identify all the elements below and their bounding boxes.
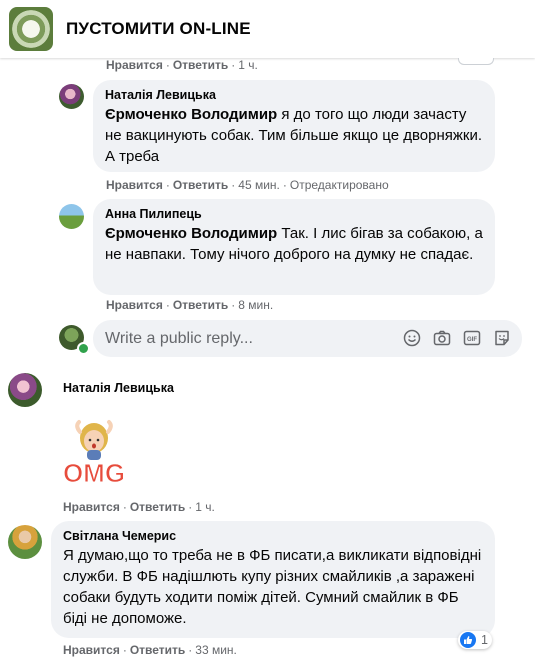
reaction-count: 1 xyxy=(481,633,488,647)
mention-link[interactable]: Єрмоченко Володимир xyxy=(105,225,277,242)
omg-sticker-icon: OMG xyxy=(62,420,126,489)
reply-link[interactable]: Ответить xyxy=(130,500,185,514)
timestamp[interactable]: 33 мин. xyxy=(195,643,237,657)
edited-label[interactable]: Отредактировано xyxy=(290,178,389,192)
timestamp[interactable]: 45 мин. xyxy=(238,178,280,192)
reply-placeholder: Write a public reply... xyxy=(105,330,253,347)
like-link[interactable]: Нравится xyxy=(106,178,163,192)
like-link[interactable]: Нравится xyxy=(106,58,163,72)
avatar[interactable] xyxy=(59,84,84,109)
reply-link[interactable]: Ответить xyxy=(173,178,228,192)
online-status-dot xyxy=(77,342,90,355)
comment-bubble: Наталія Левицька Єрмоченко Володимир я д… xyxy=(93,80,495,172)
reply-input[interactable]: Write a public reply... GIF xyxy=(93,320,522,357)
avatar[interactable] xyxy=(59,204,84,229)
group-header: ПУСТОМИТИ ON-LINE xyxy=(0,0,535,58)
like-reaction-icon xyxy=(460,632,476,648)
timestamp[interactable]: 1 ч. xyxy=(195,500,215,514)
comment-author[interactable]: Наталія Левицька xyxy=(105,88,483,102)
avatar[interactable] xyxy=(8,373,42,407)
comment-actions: Нравится · Ответить · 1 ч. xyxy=(63,500,215,514)
comment-text: Єрмоченко Володимир я до того що люди за… xyxy=(105,104,483,167)
comment-actions: Нравится · Ответить · 33 мин. xyxy=(63,643,237,657)
sticker-icon[interactable] xyxy=(493,329,511,347)
reaction-count-badge[interactable]: 1 xyxy=(458,631,492,649)
reply-link[interactable]: Ответить xyxy=(130,643,185,657)
reply-link[interactable]: Ответить xyxy=(173,298,228,312)
timestamp[interactable]: 8 мин. xyxy=(238,298,273,312)
gif-label: GIF xyxy=(467,337,477,343)
comment-author[interactable]: Світлана Чемерис xyxy=(63,529,483,543)
timestamp[interactable]: 1 ч. xyxy=(238,58,258,72)
comment-text: Я думаю,що то треба не в ФБ писати,а вик… xyxy=(63,547,482,627)
sticker-text: OMG xyxy=(63,458,125,488)
scroll-indicator xyxy=(458,58,494,65)
comment-author[interactable]: Анна Пилипець xyxy=(105,207,483,221)
comment-text: Єрмоченко Володимир Так. І лис бігав за … xyxy=(105,223,483,265)
comment-actions: Нравится · Ответить · 45 мин. · Отредактирован… xyxy=(106,178,389,192)
like-link[interactable]: Нравится xyxy=(106,298,163,312)
comment-bubble: Анна Пилипець Єрмоченко Володимир Так. І… xyxy=(93,199,495,295)
gif-icon[interactable]: GIF xyxy=(463,329,481,347)
group-avatar[interactable] xyxy=(9,7,53,51)
comment-bubble: Світлана Чемерис Я думаю,що то треба не … xyxy=(51,521,495,638)
reply-link[interactable]: Ответить xyxy=(173,58,228,72)
comment-actions: Нравится · Ответить · 1 ч. xyxy=(106,58,258,72)
group-title[interactable]: ПУСТОМИТИ ON-LINE xyxy=(66,19,251,39)
omg-sticker[interactable]: OMG xyxy=(51,410,137,492)
emoji-icon[interactable] xyxy=(403,329,421,347)
mention-link[interactable]: Єрмоченко Володимир xyxy=(105,106,277,123)
avatar[interactable] xyxy=(8,525,42,559)
camera-icon[interactable] xyxy=(433,329,451,347)
like-link[interactable]: Нравится xyxy=(63,643,120,657)
comment-author[interactable]: Наталія Левицька xyxy=(63,381,174,395)
comment-actions: Нравится · Ответить · 8 мин. xyxy=(106,298,274,312)
like-link[interactable]: Нравится xyxy=(63,500,120,514)
